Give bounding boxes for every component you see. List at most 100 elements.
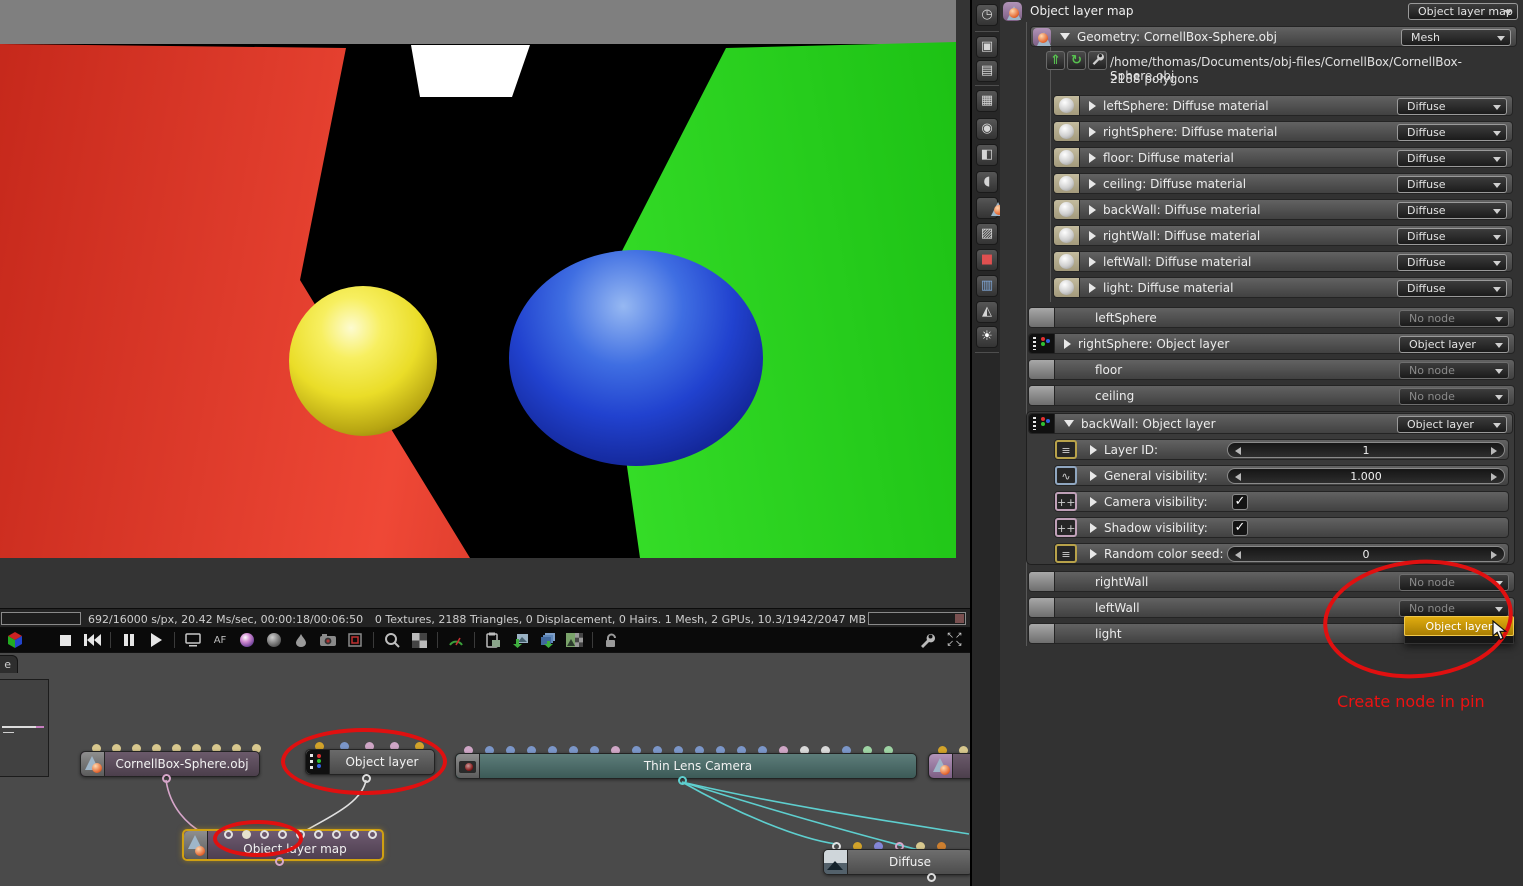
settings-wrench-icon[interactable]	[918, 631, 936, 649]
layers-flat-icon[interactable]: ▤	[976, 60, 998, 82]
render-passes-icon[interactable]	[565, 631, 583, 649]
node-type-dropdown[interactable]: Object layer map	[1408, 3, 1518, 20]
node-graph-panel[interactable]: e CornellBox-Sphere.obj Object layer Thi…	[0, 652, 970, 886]
material-type-dropdown[interactable]: Diffuse	[1397, 98, 1507, 115]
expand-arrow-icon[interactable]	[1090, 496, 1097, 507]
load-file-button[interactable]: ⇑	[1046, 51, 1065, 70]
material-type-dropdown[interactable]: Diffuse	[1397, 202, 1507, 219]
expand-arrow-icon[interactable]	[1089, 178, 1096, 189]
param-row[interactable]: ++ Camera visibility: ✓	[1054, 491, 1509, 512]
material-picker-icon[interactable]	[265, 631, 283, 649]
texture-icon[interactable]: ▨	[976, 223, 998, 245]
collapse-arrow-icon[interactable]	[1064, 420, 1074, 427]
film-icon[interactable]: ◖	[976, 171, 998, 193]
camera-icon[interactable]: ◉	[976, 118, 998, 140]
material-row[interactable]: rightWall: Diffuse material Diffuse	[1053, 225, 1513, 246]
expand-arrow-icon[interactable]	[1089, 152, 1096, 163]
material-type-dropdown[interactable]: Diffuse	[1397, 124, 1507, 141]
camera-visibility-checkbox[interactable]: ✓	[1232, 494, 1248, 510]
shadow-visibility-checkbox[interactable]: ✓	[1232, 520, 1248, 536]
mesh-output-pin[interactable]	[162, 774, 171, 783]
backwall-header-row[interactable]: backWall: Object layer Object layer	[1028, 413, 1513, 434]
layer-pin-row[interactable]: ceiling No node	[1028, 385, 1515, 406]
material-row[interactable]: rightSphere: Diffuse material Diffuse	[1053, 121, 1513, 142]
layer-node-dropdown[interactable]: No node	[1399, 362, 1509, 379]
map-output-pin[interactable]	[275, 857, 284, 866]
param-row[interactable]: ∿ General visibility: 1.000	[1054, 465, 1509, 486]
pause-render-button[interactable]	[120, 631, 138, 649]
save-all-passes-icon[interactable]	[538, 631, 556, 649]
kernel-clock-icon[interactable]: ◷	[976, 4, 998, 26]
emitter-icon[interactable]: ☀	[976, 326, 998, 348]
expand-arrow-icon[interactable]	[1090, 444, 1097, 455]
material-row[interactable]: ceiling: Diffuse material Diffuse	[1053, 173, 1513, 194]
collapse-arrow-icon[interactable]	[1060, 33, 1070, 40]
copy-image-icon[interactable]	[484, 631, 502, 649]
material-type-dropdown[interactable]: Diffuse	[1397, 150, 1507, 167]
object-picker-icon[interactable]	[292, 631, 310, 649]
node-pin-hollow[interactable]	[368, 830, 377, 839]
mesh-icon[interactable]	[976, 197, 1005, 219]
node-partial[interactable]	[928, 753, 970, 779]
layer-pin-row[interactable]: rightSphere: Object layer Object layer	[1028, 333, 1515, 354]
zoom-tool-icon[interactable]	[383, 631, 401, 649]
material-row[interactable]: leftSphere: Diffuse material Diffuse	[1053, 95, 1513, 116]
expand-arrow-icon[interactable]	[1089, 256, 1096, 267]
subsampling-gauge-icon[interactable]	[447, 631, 465, 649]
expand-arrow-icon[interactable]	[1064, 338, 1071, 349]
layer-pin-row[interactable]: floor No node	[1028, 359, 1515, 380]
material-type-dropdown[interactable]: Diffuse	[1397, 254, 1507, 271]
autofocus-button[interactable]: AF	[211, 631, 229, 649]
layer-node-dropdown[interactable]: Object layer	[1399, 336, 1509, 353]
camera-output-pin[interactable]	[678, 776, 687, 785]
expand-arrow-icon[interactable]	[1089, 126, 1096, 137]
node-thin-lens-camera[interactable]: Thin Lens Camera	[455, 753, 917, 779]
geometry-row[interactable]: Geometry: CornellBox-Sphere.obj Mesh	[1030, 26, 1517, 47]
node-cornellbox-mesh[interactable]: CornellBox-Sphere.obj	[80, 751, 260, 777]
camera-picker-icon[interactable]	[319, 631, 337, 649]
play-render-button[interactable]	[147, 631, 165, 649]
expand-arrow-icon[interactable]	[1090, 522, 1097, 533]
expand-arrow-icon[interactable]	[1089, 204, 1096, 215]
image-icon[interactable]: ▦	[976, 90, 998, 112]
geometry-type-dropdown[interactable]: Mesh	[1401, 29, 1511, 46]
tonemap-icon[interactable]: ◭	[976, 301, 998, 323]
white-balance-picker-icon[interactable]	[238, 631, 256, 649]
param-row[interactable]: ++ Shadow visibility: ✓	[1054, 517, 1509, 538]
node-diffuse-material[interactable]: Diffuse	[823, 849, 970, 875]
node-pin-hollow[interactable]	[314, 830, 323, 839]
material-type-dropdown[interactable]: Diffuse	[1397, 176, 1507, 193]
general-visibility-slider[interactable]: 1.000	[1227, 468, 1505, 484]
restart-render-button[interactable]	[83, 631, 101, 649]
material-type-dropdown[interactable]: Diffuse	[1397, 228, 1507, 245]
layer-id-slider[interactable]: 1	[1227, 442, 1505, 458]
lock-viewport-icon[interactable]	[602, 631, 620, 649]
random-color-seed-slider[interactable]: 0	[1227, 546, 1505, 562]
node-pin-hollow[interactable]	[332, 830, 341, 839]
material-row[interactable]: floor: Diffuse material Diffuse	[1053, 147, 1513, 168]
layer-node-dropdown[interactable]: Object layer	[1397, 416, 1507, 433]
save-image-icon[interactable]	[511, 631, 529, 649]
layer-pin-row[interactable]: leftSphere No node	[1028, 307, 1515, 328]
reload-button[interactable]: ↻	[1067, 51, 1086, 70]
render-region-picker-icon[interactable]	[346, 631, 364, 649]
material-row[interactable]: leftWall: Diffuse material Diffuse	[1053, 251, 1513, 272]
material-row[interactable]: backWall: Diffuse material Diffuse	[1053, 199, 1513, 220]
display-icon[interactable]: ◧	[976, 144, 998, 166]
cube-icon[interactable]: ■	[976, 249, 998, 271]
material-type-dropdown[interactable]: Diffuse	[1397, 280, 1507, 297]
material-row[interactable]: light: Diffuse material Diffuse	[1053, 277, 1513, 298]
viewport-lock-icon[interactable]	[184, 631, 202, 649]
expand-arrow-icon[interactable]	[1090, 470, 1097, 481]
expand-arrow-icon[interactable]	[1089, 230, 1096, 241]
alpha-checker-icon[interactable]	[410, 631, 428, 649]
param-row[interactable]: ≡ Layer ID: 1	[1054, 439, 1509, 460]
fullscreen-icon[interactable]: ↖↗ ↙↘	[946, 631, 964, 649]
expand-arrow-icon[interactable]	[1089, 282, 1096, 293]
diffuse-output-pin[interactable]	[927, 873, 936, 882]
stack-icon[interactable]: ▥	[976, 275, 998, 297]
windows-icon[interactable]: ▣	[976, 36, 998, 58]
stop-render-button[interactable]	[56, 631, 74, 649]
wrench-button[interactable]	[1088, 51, 1107, 70]
node-pin-hollow[interactable]	[350, 830, 359, 839]
